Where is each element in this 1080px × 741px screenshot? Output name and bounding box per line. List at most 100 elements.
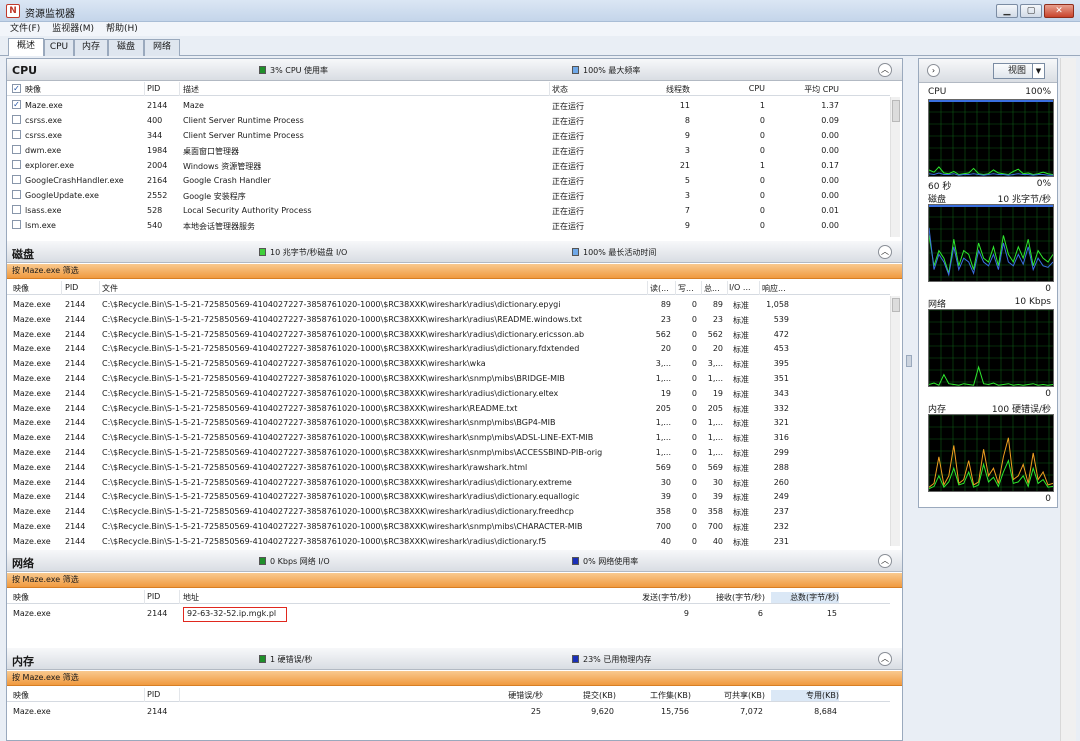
cpu-scrollbar[interactable] [890,97,900,237]
disk-col-total[interactable]: 总... [704,283,726,294]
mem-col-working-set[interactable]: 工作集(KB) [627,690,691,701]
mem-col-pid[interactable]: PID [147,690,160,699]
cpu-col-cpu[interactable]: CPU [707,84,765,93]
net-col-recv[interactable]: 接收(字节/秒) [697,592,765,603]
disk-collapse-icon[interactable]: ︿ [878,245,892,259]
collapse-graph-panel-icon[interactable]: › [927,64,940,77]
memory-collapse-icon[interactable]: ︿ [878,652,892,666]
tab-disk[interactable]: 磁盘 [108,39,144,56]
table-row[interactable]: csrss.exe 344 Client Server Runtime Proces… [7,128,890,143]
table-row[interactable]: Maze.exe 2144 C:\$Recycle.Bin\S-1-5-21-725… [7,371,890,386]
cpu-select-all-checkbox[interactable]: ✓ [12,84,21,93]
table-row[interactable]: Maze.exe 2144 25 9,620 15,756 7,072 8,68… [7,704,890,719]
cell-file-prefix: C:\$Recycle.Bin\S-1-5-21-725850569-41040… [102,359,429,369]
row-checkbox[interactable] [12,130,21,139]
disk-col-response[interactable]: 响应... [762,283,792,294]
menu-help[interactable]: 帮助(H) [106,22,138,36]
cpu-col-avg-cpu[interactable]: 平均 CPU [777,84,839,95]
net-col-pid[interactable]: PID [147,592,160,601]
table-row[interactable]: csrss.exe 400 Client Server Runtime Proces… [7,113,890,128]
net-col-address[interactable]: 地址 [183,592,199,603]
cpu-col-status[interactable]: 状态 [552,84,568,95]
disk-col-io-priority[interactable]: I/O ... [729,283,757,292]
disk-col-read[interactable]: 读(... [650,283,674,294]
row-checkbox[interactable] [12,145,21,154]
tab-memory[interactable]: 内存 [74,39,108,56]
table-row[interactable]: lsm.exe 540 本地会话管理器服务 正在运行 9 0 0.00 [7,218,890,233]
row-checkbox[interactable] [12,220,21,229]
row-checkbox[interactable] [12,190,21,199]
table-row[interactable]: Maze.exe 2144 C:\$Recycle.Bin\S-1-5-21-725… [7,401,890,416]
cpu-col-threads[interactable]: 线程数 [627,84,690,95]
table-row[interactable]: GoogleCrashHandler.exe 2164 Google Crash H… [7,173,890,188]
table-row[interactable]: Maze.exe 2144 C:\$Recycle.Bin\S-1-5-21-725… [7,475,890,490]
net-col-image[interactable]: 映像 [13,592,29,603]
menu-file[interactable]: 文件(F) [10,22,40,36]
table-row[interactable]: Maze.exe 2144 C:\$Recycle.Bin\S-1-5-21-725… [7,356,890,371]
cpu-col-image[interactable]: 映像 [25,84,41,95]
mem-col-hard-faults[interactable]: 硬错误/秒 [477,690,543,701]
table-row[interactable]: Maze.exe 2144 C:\$Recycle.Bin\S-1-5-21-725… [7,297,890,312]
row-checkbox[interactable] [12,175,21,184]
network-collapse-icon[interactable]: ︿ [878,554,892,568]
tab-overview[interactable]: 概述 [8,38,44,56]
panel-splitter[interactable] [905,58,913,741]
splitter-grip-icon[interactable] [906,355,912,367]
table-row[interactable]: Maze.exe 2144 C:\$Recycle.Bin\S-1-5-21-725… [7,386,890,401]
cell-avg-cpu: 0.00 [821,221,839,230]
table-row[interactable]: Maze.exe 2144 C:\$Recycle.Bin\S-1-5-21-725… [7,327,890,342]
table-row[interactable]: GoogleUpdate.exe 2552 Google 安装程序 正在运行 3 0 0.0… [7,188,890,203]
table-row[interactable]: Maze.exe 2144 C:\$Recycle.Bin\S-1-5-21-725… [7,489,890,504]
tab-network[interactable]: 网络 [144,39,180,56]
tab-cpu[interactable]: CPU [44,39,74,56]
mem-col-private[interactable]: 专用(KB) [771,690,839,701]
mem-col-shareable[interactable]: 可共享(KB) [697,690,765,701]
window-scrollbar[interactable] [1060,58,1076,741]
table-row[interactable]: Maze.exe 2144 C:\$Recycle.Bin\S-1-5-21-725… [7,460,890,475]
menu-monitor[interactable]: 监视器(M) [52,22,94,36]
table-row[interactable]: Maze.exe 2144 C:\$Recycle.Bin\S-1-5-21-725… [7,534,890,548]
table-row[interactable]: Maze.exe 2144 C:\$Recycle.Bin\S-1-5-21-725… [7,415,890,430]
table-row[interactable]: Maze.exe 2144 C:\$Recycle.Bin\S-1-5-21-725… [7,341,890,356]
table-row[interactable]: Maze.exe 2144 C:\$Recycle.Bin\S-1-5-21-725… [7,430,890,445]
minimize-button[interactable]: ▁ [996,4,1018,18]
table-row[interactable]: Maze.exe 2144 C:\$Recycle.Bin\S-1-5-21-725… [7,504,890,519]
disk-col-pid[interactable]: PID [65,283,78,292]
table-row[interactable]: explorer.exe 2004 Windows 资源管理器 正在运行 21 1 0.17 [7,158,890,173]
cell-write: 0 [691,418,697,428]
network-section-header[interactable]: 网络 0 Kbps 网络 I/O 0% 网络使用率 ︿ [7,550,902,572]
disk-graph-plot [928,204,1054,281]
net-col-send[interactable]: 发送(字节/秒) [617,592,691,603]
table-row[interactable]: lsass.exe 528 Local Security Authority Pro… [7,203,890,218]
disk-scrollbar[interactable] [890,296,900,546]
table-row[interactable]: Maze.exe 2144 C:\$Recycle.Bin\S-1-5-21-725… [7,312,890,327]
disk-col-image[interactable]: 映像 [13,283,29,294]
table-row[interactable]: Maze.exe 2144 C:\$Recycle.Bin\S-1-5-21-725… [7,519,890,534]
cpu-collapse-icon[interactable]: ︿ [878,63,892,77]
disk-col-file[interactable]: 文件 [102,283,118,294]
net-col-total[interactable]: 总数(字节/秒) [771,592,839,603]
cpu-col-desc[interactable]: 描述 [183,84,199,95]
chevron-down-icon[interactable]: ▼ [1032,64,1044,78]
cpu-section-header[interactable]: CPU 3% CPU 使用率 100% 最大频率 ︿ [7,59,902,81]
mem-col-commit[interactable]: 提交(KB) [552,690,616,701]
cpu-col-pid[interactable]: PID [147,84,160,93]
disk-section-header[interactable]: 磁盘 10 兆字节/秒磁盘 I/O 100% 最长活动时间 ︿ [7,241,902,263]
maximize-button[interactable]: ▢ [1020,4,1042,18]
row-checkbox[interactable] [12,160,21,169]
disk-col-write[interactable]: 写... [678,283,700,294]
row-checkbox[interactable] [12,205,21,214]
close-button[interactable]: ✕ [1044,4,1074,18]
row-checkbox[interactable] [12,115,21,124]
row-checkbox[interactable]: ✓ [12,100,21,109]
table-row[interactable]: Maze.exe 2144 92-63-32-52.ip.mgk.pl 9 6 … [7,606,890,622]
view-dropdown[interactable]: 视图 ▼ [993,63,1045,79]
memory-section-header[interactable]: 内存 1 硬错误/秒 23% 已用物理内存 ︿ [7,648,902,670]
cpu-section-title: CPU [12,64,38,77]
table-row[interactable]: Maze.exe 2144 C:\$Recycle.Bin\S-1-5-21-725… [7,445,890,460]
table-row[interactable]: dwm.exe 1984 桌面窗口管理器 正在运行 3 0 0.00 [7,143,890,158]
cell-read: 1,... [655,418,671,428]
mem-col-image[interactable]: 映像 [13,690,29,701]
table-row[interactable]: ✓ Maze.exe 2144 Maze 正在运行 11 1 1.37 [7,98,890,113]
cell-response: 316 [773,433,789,443]
